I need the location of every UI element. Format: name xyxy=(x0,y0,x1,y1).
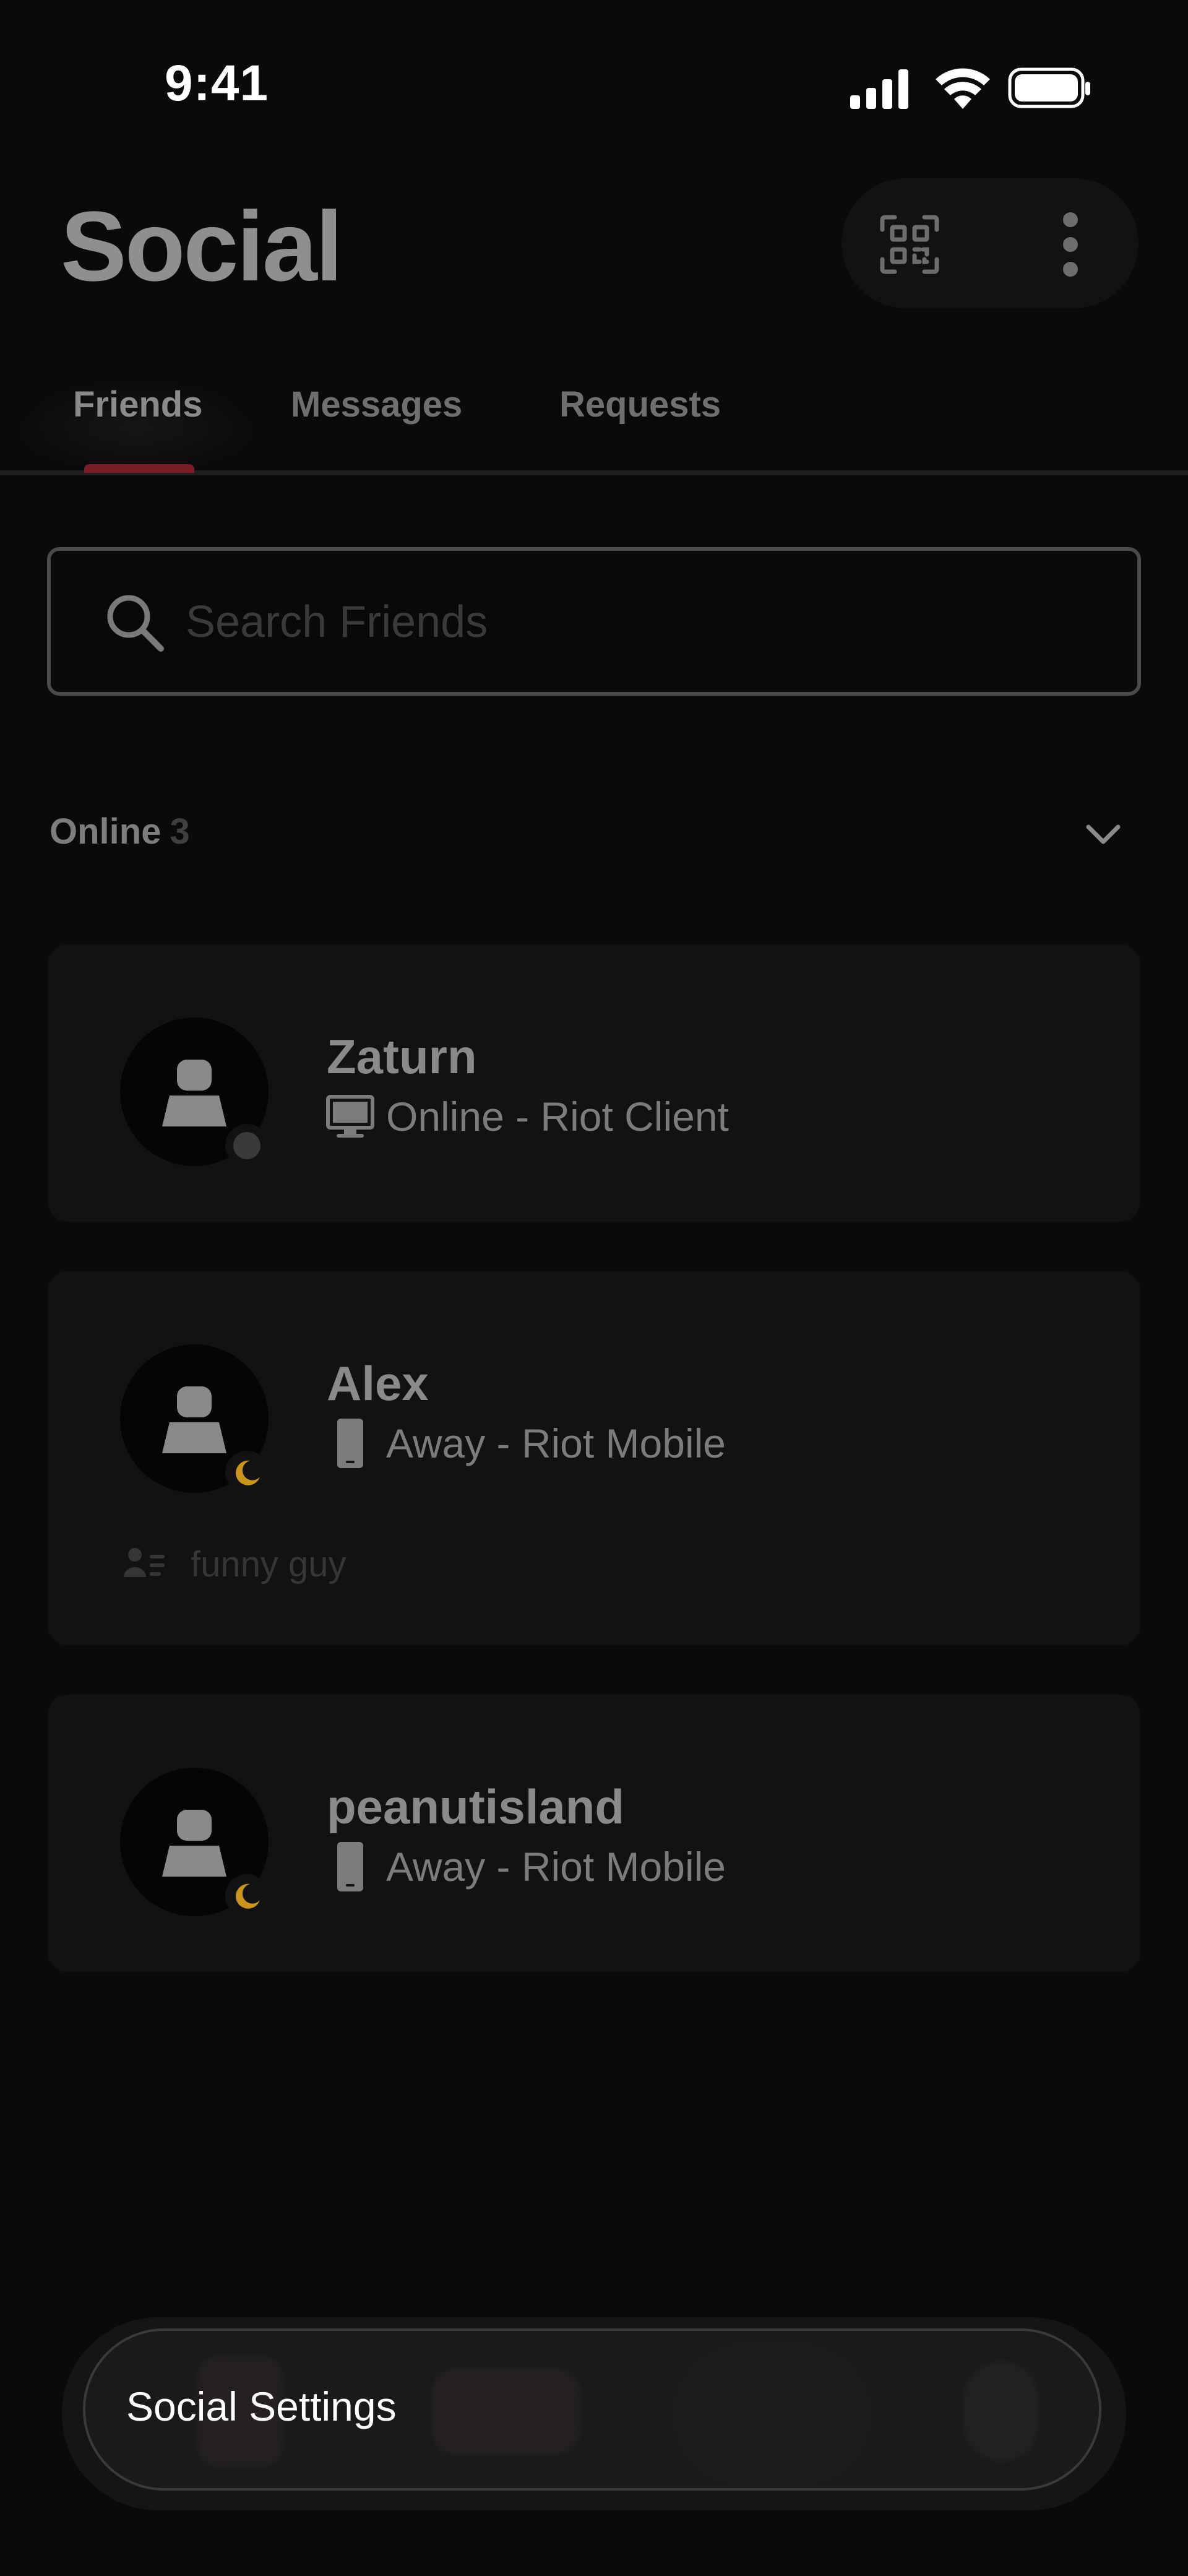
online-status-dot xyxy=(225,1124,269,1167)
tab-messages[interactable]: Messages xyxy=(291,384,462,425)
more-vertical-icon xyxy=(1063,212,1078,277)
avatar xyxy=(120,1018,269,1167)
nav-blurred-center xyxy=(673,2343,871,2486)
user-silhouette-icon xyxy=(162,1060,226,1126)
friend-name: peanutisland xyxy=(327,1779,625,1834)
friend-card-alex[interactable]: Alex Away - Riot Mobile funny guy xyxy=(48,1271,1140,1645)
search-input[interactable] xyxy=(186,582,1114,662)
monitor-icon xyxy=(325,1092,375,1141)
user-silhouette-icon xyxy=(162,1810,226,1877)
tab-requests[interactable]: Requests xyxy=(559,384,721,425)
search-icon xyxy=(104,592,166,654)
moon-icon xyxy=(235,1460,260,1485)
status-indicators-icon xyxy=(850,67,1090,109)
away-status-dot xyxy=(225,1874,269,1917)
user-note-icon xyxy=(124,1546,167,1583)
chevron-down-icon xyxy=(1086,824,1121,844)
friend-status-text: Away - Riot Mobile xyxy=(386,1844,726,1890)
phone-icon xyxy=(325,1842,375,1891)
friend-status: Away - Riot Mobile xyxy=(325,1419,726,1468)
moon-icon xyxy=(235,1883,260,1909)
friend-note: funny guy xyxy=(124,1544,346,1585)
qr-scan-button[interactable] xyxy=(866,204,953,285)
phone-icon xyxy=(325,1419,375,1468)
page-title: Social xyxy=(61,191,343,301)
section-count: 3 xyxy=(170,811,190,852)
friend-name: Alex xyxy=(327,1356,429,1411)
active-tab-indicator xyxy=(84,464,194,473)
friend-status: Away - Riot Mobile xyxy=(325,1842,726,1891)
friend-note-text: funny guy xyxy=(191,1544,346,1584)
nav-blurred-icon xyxy=(964,2362,1038,2461)
friend-card-peanutisland[interactable]: peanutisland Away - Riot Mobile xyxy=(48,1695,1140,1972)
avatar xyxy=(120,1344,269,1494)
friend-status: Online - Riot Client xyxy=(325,1092,729,1141)
signal-icon xyxy=(850,69,908,109)
user-silhouette-icon xyxy=(162,1386,226,1453)
status-icons xyxy=(850,66,1091,110)
more-options-button[interactable] xyxy=(1027,204,1114,285)
friend-card-zaturn[interactable]: Zaturn Online - Riot Client xyxy=(48,944,1140,1222)
avatar xyxy=(120,1768,269,1917)
social-settings-label: Social Settings xyxy=(126,2384,397,2429)
battery-icon xyxy=(1008,67,1090,108)
friend-name: Zaturn xyxy=(327,1029,477,1084)
friend-status-text: Away - Riot Mobile xyxy=(386,1420,726,1466)
tab-friends[interactable]: Friends xyxy=(73,384,203,425)
nav-blurred-icon xyxy=(432,2368,580,2455)
wifi-icon xyxy=(936,68,990,109)
status-time: 9:41 xyxy=(165,55,269,111)
online-dot-icon xyxy=(233,1132,260,1159)
qr-code-icon xyxy=(880,215,939,274)
friend-status-text: Online - Riot Client xyxy=(386,1094,729,1139)
section-collapse-toggle[interactable] xyxy=(1075,811,1131,858)
away-status-dot xyxy=(225,1451,269,1494)
online-section-header[interactable]: Online 3 xyxy=(50,811,190,852)
section-title: Online xyxy=(50,811,161,852)
